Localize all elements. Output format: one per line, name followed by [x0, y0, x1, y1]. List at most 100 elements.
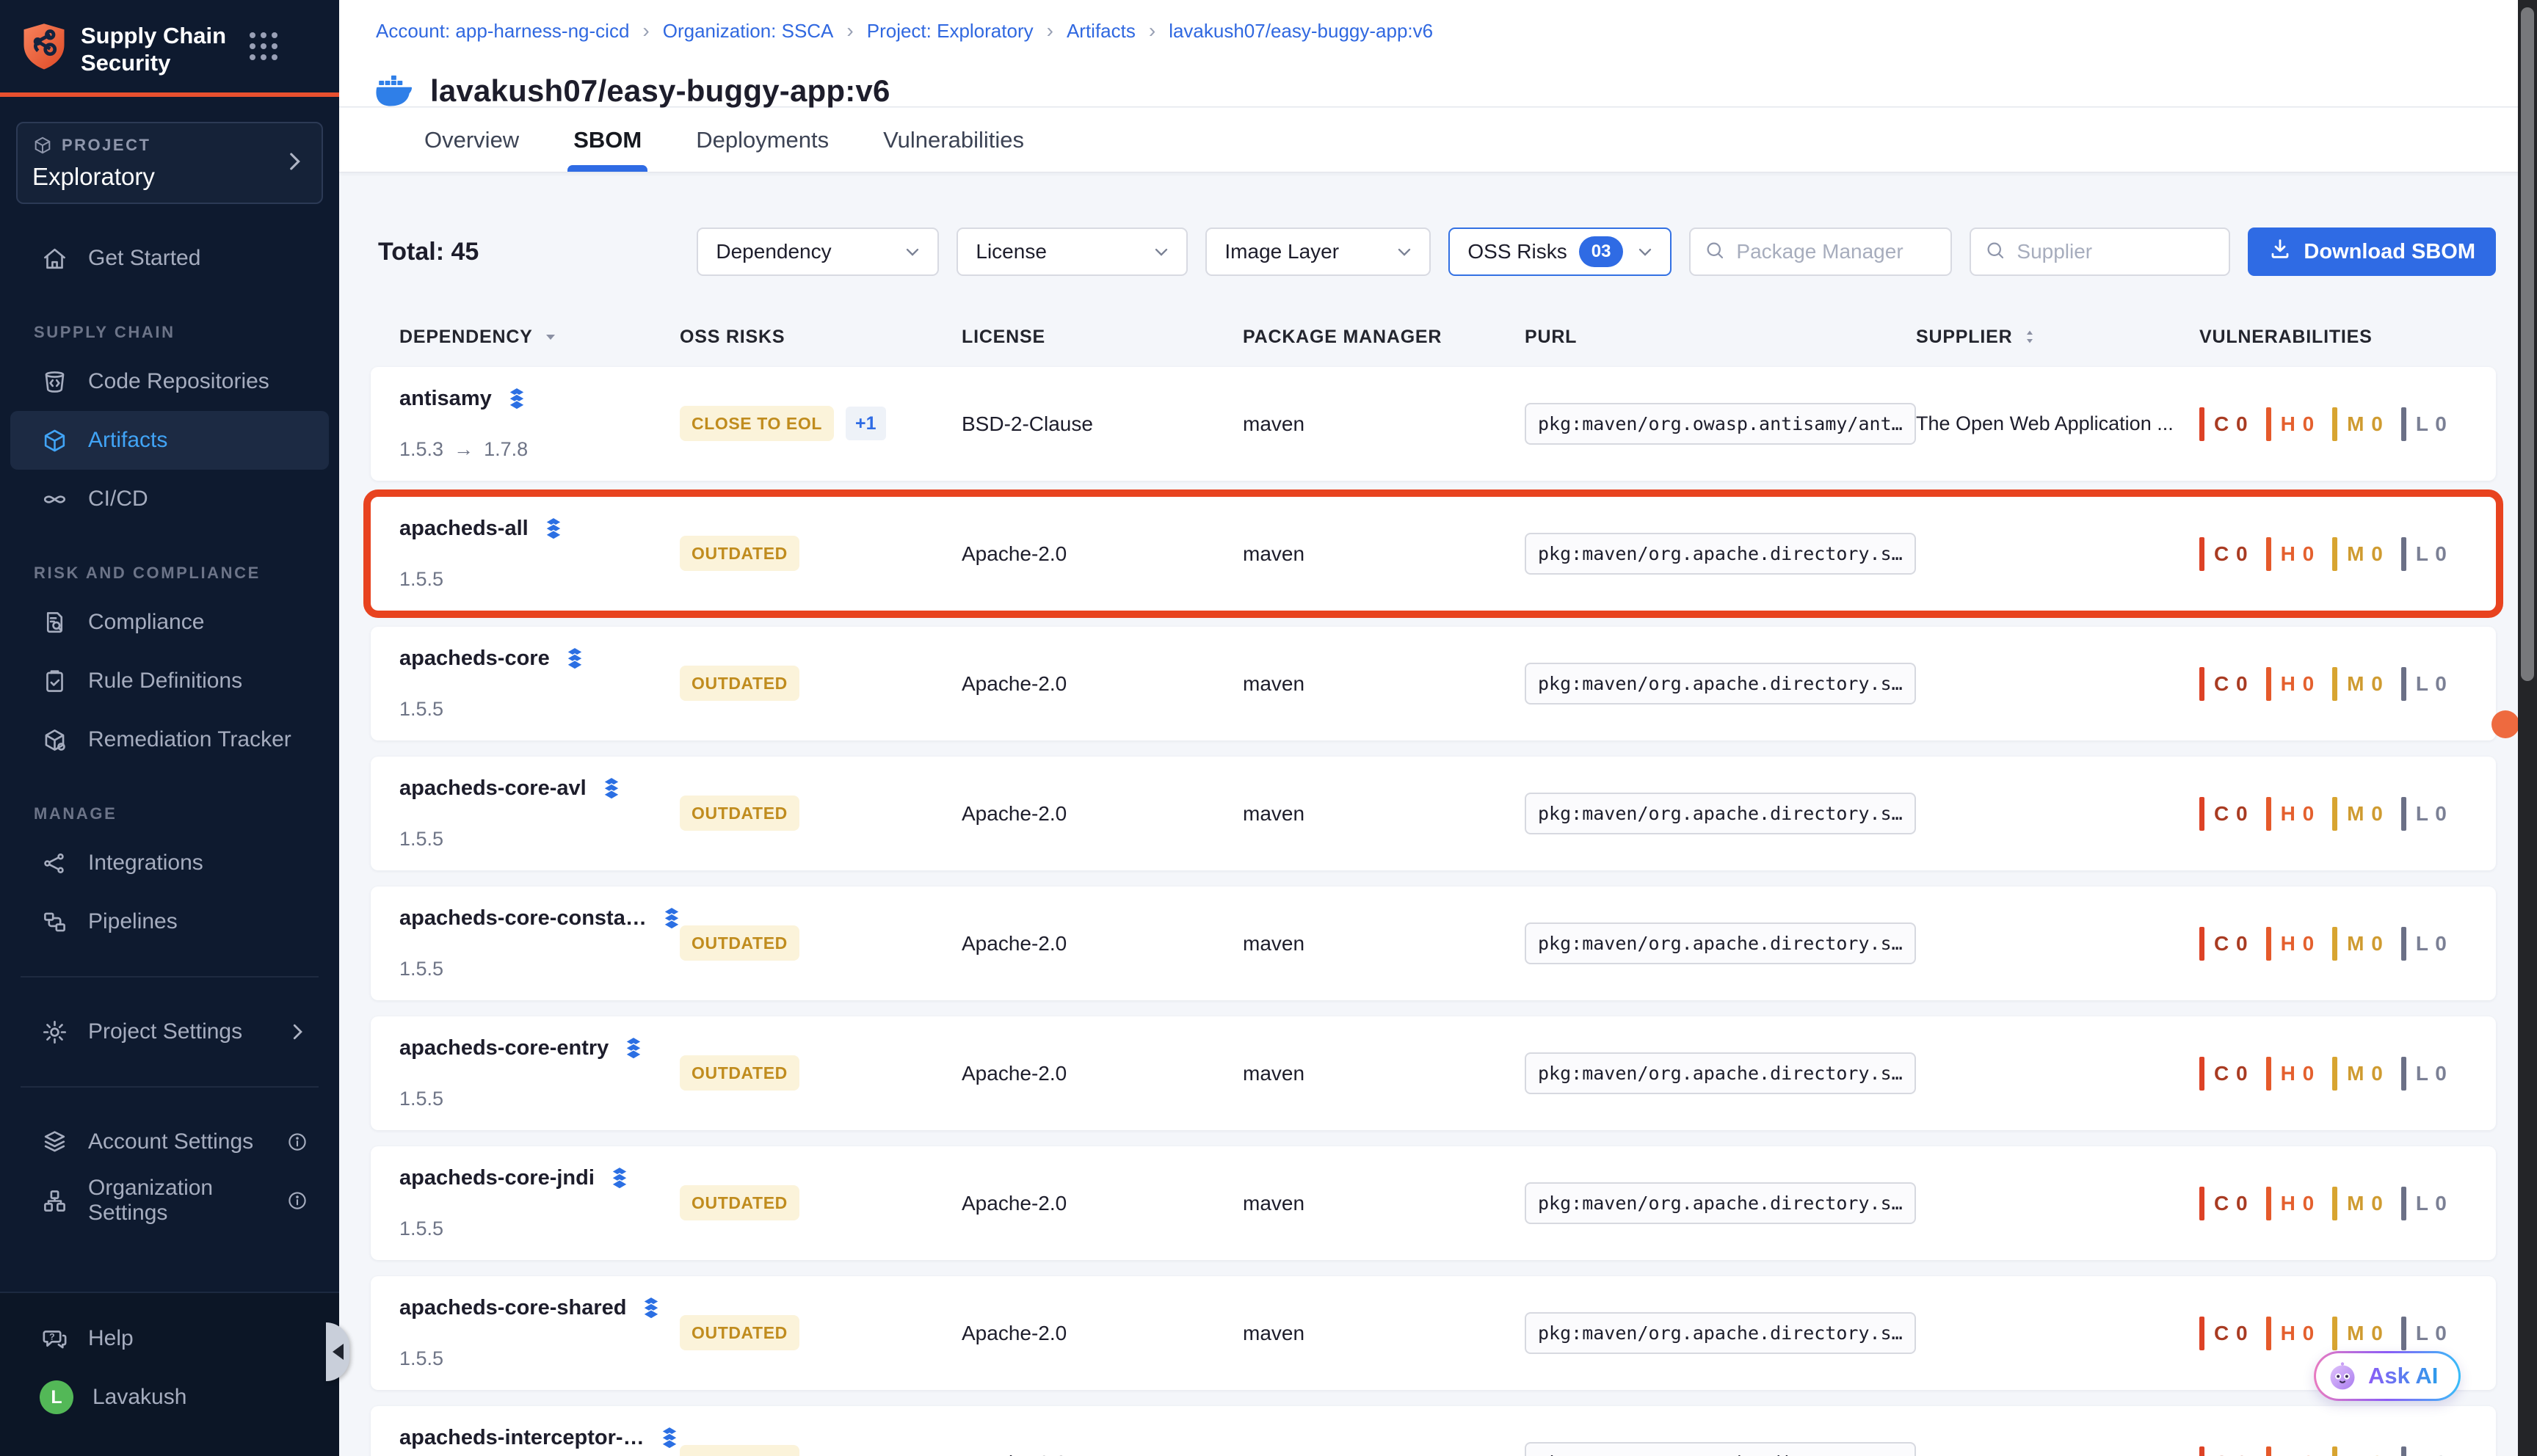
sidebar-item-ci-cd[interactable]: CI/CD [10, 470, 329, 528]
sidebar-item-label: Get Started [88, 246, 200, 271]
project-name: Exploratory [32, 163, 282, 191]
package-manager: maven [1243, 542, 1525, 566]
severity-bar-icon [2199, 797, 2204, 831]
vuln-count-critical: C 0 [2199, 1187, 2249, 1220]
vuln-count-high: H 0 [2266, 407, 2315, 441]
breadcrumb-link[interactable]: lavakush07/easy-buggy-app:v6 [1169, 20, 1433, 43]
filter-dropdown-oss-risks[interactable]: OSS Risks 03 [1448, 228, 1672, 276]
table-row[interactable]: apacheds-core 1.5.5 OUTDATED Apache-2.0 … [371, 627, 2496, 740]
app-switcher-grid-icon[interactable] [250, 32, 277, 60]
breadcrumb: Account: app-harness-ng-cicd › Organizatio… [376, 19, 2537, 43]
tab-sbom[interactable]: SBOM [573, 108, 642, 172]
license: Apache-2.0 [962, 1452, 1243, 1456]
scrollbar-thumb[interactable] [2521, 7, 2534, 681]
purl-value[interactable]: pkg:maven/org.apache.directory.s… [1525, 1052, 1916, 1094]
package-manager: maven [1243, 1192, 1525, 1215]
purl-value[interactable]: pkg:maven/org.apache.directory.s… [1525, 1182, 1916, 1224]
vuln-count-medium: M 0 [2332, 667, 2384, 701]
sidebar-item-get-started[interactable]: Get Started [10, 229, 329, 288]
severity-bar-icon [2266, 797, 2271, 831]
severity-bar-icon [2401, 1446, 2406, 1456]
oss-risks-cell: OUTDATED [680, 1323, 962, 1343]
download-sbom-button[interactable]: Download SBOM [2248, 228, 2496, 276]
purl-value[interactable]: pkg:maven/org.apache.directory.s… [1525, 1312, 1916, 1354]
oss-risks-cell: OUTDATED [680, 933, 962, 953]
breadcrumb-link[interactable]: Project: Exploratory [867, 20, 1034, 43]
column-header-oss-risks: OSS RISKS [680, 327, 962, 348]
dependency-name: apacheds-core-shared [399, 1296, 626, 1320]
table-row-highlighted[interactable]: apacheds-all 1.5.5 OUTDATED Apache-2.0 m… [371, 497, 2496, 611]
sidebar-item-compliance[interactable]: Compliance [10, 593, 329, 652]
table-row[interactable]: apacheds-core-entry 1.5.5 OUTDATED Apach… [371, 1016, 2496, 1130]
purl-value[interactable]: pkg:maven/org.apache.directory.s… [1525, 1442, 1916, 1456]
sidebar-item-remediation-tracker[interactable]: Remediation Tracker [10, 710, 329, 769]
collapse-arrow-icon [333, 1344, 344, 1360]
doc-search-icon [40, 609, 69, 636]
scrollbar[interactable] [2518, 0, 2537, 1456]
license: Apache-2.0 [962, 1192, 1243, 1215]
package-manager-search[interactable] [1689, 228, 1952, 276]
oss-risks-cell: OUTDATED [680, 1063, 962, 1083]
breadcrumb-link[interactable]: Organization: SSCA [663, 20, 834, 43]
sidebar-item-code-repositories[interactable]: Code Repositories [10, 352, 329, 411]
sort-icon[interactable] [542, 328, 559, 346]
filter-dropdown-license[interactable]: License [957, 228, 1188, 276]
sidebar-item-artifacts[interactable]: Artifacts [10, 411, 329, 470]
breadcrumb-link[interactable]: Artifacts [1067, 20, 1136, 43]
package-manager-search-input[interactable] [1735, 239, 1937, 264]
filter-dropdown-image-layer[interactable]: Image Layer [1205, 228, 1431, 276]
filter-dropdown-dependency[interactable]: Dependency [697, 228, 939, 276]
tab-overview[interactable]: Overview [424, 108, 519, 172]
dependency-name: apacheds-all [399, 517, 529, 541]
table-row[interactable]: antisamy 1.5.3 → 1.7.8 CLOSE TO EOL+1 BS… [371, 367, 2496, 481]
purl-value[interactable]: pkg:maven/org.apache.directory.s… [1525, 922, 1916, 964]
purl-value[interactable]: pkg:maven/org.owasp.antisamy/ant… [1525, 403, 1916, 445]
column-header-supplier: SUPPLIER [1916, 327, 2199, 348]
severity-bar-icon [2199, 927, 2204, 961]
sidebar-item-label: Rule Definitions [88, 669, 242, 694]
sbom-table: antisamy 1.5.3 → 1.7.8 CLOSE TO EOL+1 BS… [371, 367, 2496, 1456]
sidebar-divider [21, 1086, 319, 1088]
sort-icon[interactable] [2021, 328, 2039, 346]
breadcrumb-link[interactable]: Account: app-harness-ng-cicd [376, 20, 629, 43]
user-menu[interactable]: L Lavakush [10, 1368, 329, 1427]
purl-value[interactable]: pkg:maven/org.apache.directory.s… [1525, 793, 1916, 834]
sidebar-item-project-settings[interactable]: Project Settings [10, 1002, 329, 1061]
vuln-count-critical: C 0 [2199, 1446, 2249, 1456]
sidebar-item-help[interactable]: ? Help [10, 1309, 329, 1368]
supplier-search[interactable] [1970, 228, 2230, 276]
table-row[interactable]: apacheds-core-shared 1.5.5 OUTDATED Apac… [371, 1276, 2496, 1390]
package-manager: maven [1243, 1062, 1525, 1085]
sidebar-item-account-settings[interactable]: Account Settings [10, 1113, 329, 1171]
sidebar-item-integrations[interactable]: Integrations [10, 834, 329, 892]
info-icon[interactable] [286, 1190, 308, 1212]
sidebar-item-pipelines[interactable]: Pipelines [10, 892, 329, 951]
sidebar-item-rule-definitions[interactable]: Rule Definitions [10, 652, 329, 710]
dependency-version: 1.5.5 [399, 958, 680, 980]
purl-value[interactable]: pkg:maven/org.apache.directory.s… [1525, 533, 1916, 575]
table-row[interactable]: apacheds-core-jndi 1.5.5 OUTDATED Apache… [371, 1146, 2496, 1260]
table-row[interactable]: apacheds-core-avl 1.5.5 OUTDATED Apache-… [371, 757, 2496, 870]
vuln-count-low: L 0 [2401, 667, 2447, 701]
sidebar-item-label: Integrations [88, 851, 203, 876]
table-row[interactable]: apacheds-interceptor-… 1.5.5 OUTDATED Ap… [371, 1406, 2496, 1456]
avatar: L [40, 1380, 73, 1414]
breadcrumb-separator: › [846, 19, 853, 43]
ask-ai-button[interactable]: Ask AI [2314, 1351, 2461, 1401]
severity-bar-icon [2332, 1057, 2337, 1091]
tab-vulnerabilities[interactable]: Vulnerabilities [883, 108, 1024, 172]
table-row[interactable]: apacheds-core-consta… 1.5.5 OUTDATED Apa… [371, 887, 2496, 1000]
oss-risk-more-badge[interactable]: +1 [846, 407, 886, 440]
project-selector[interactable]: PROJECT Exploratory [16, 122, 323, 204]
supplier-search-input[interactable] [2015, 239, 2215, 264]
severity-bar-icon [2266, 407, 2271, 441]
license: Apache-2.0 [962, 1062, 1243, 1085]
vuln-count-low: L 0 [2401, 407, 2447, 441]
info-icon[interactable] [286, 1131, 308, 1153]
severity-bar-icon [2266, 1317, 2271, 1350]
tab-deployments[interactable]: Deployments [696, 108, 829, 172]
dependency-name: apacheds-core [399, 647, 550, 671]
chevron-down-icon [1151, 241, 1172, 262]
purl-value[interactable]: pkg:maven/org.apache.directory.s… [1525, 663, 1916, 705]
sidebar-item-organization-settings[interactable]: Organization Settings [10, 1171, 329, 1230]
